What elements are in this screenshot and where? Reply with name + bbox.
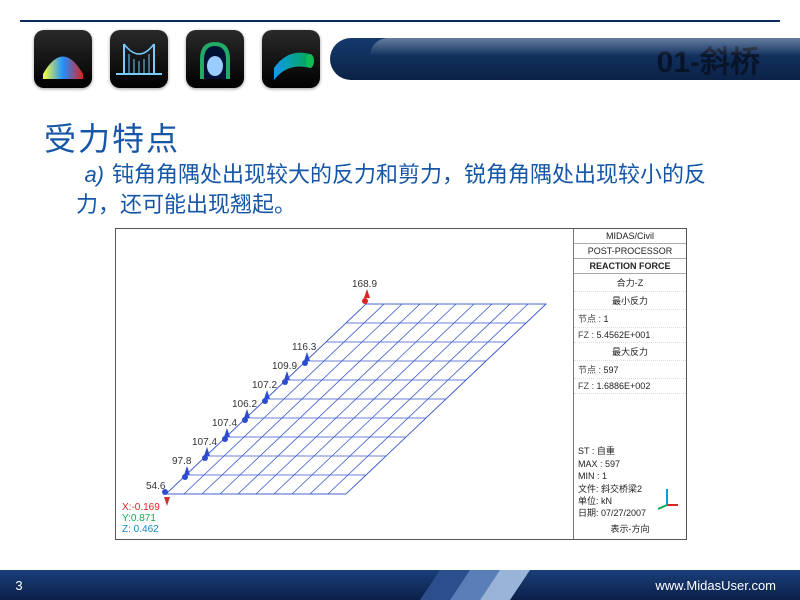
- bullet-label: a): [76, 160, 104, 190]
- panel-max-title: 最大反力: [574, 343, 686, 361]
- panel-component: 合力-Z: [574, 274, 686, 292]
- bullet-a: a)钝角角隅处出现较大的反力和剪力，锐角角隅处出现较小的反力，还可能出现翘起。: [76, 160, 716, 219]
- view-indicator: X:-0.169 Y:0.871 Z: 0.462: [122, 502, 160, 535]
- panel-minline: MIN : 1: [578, 471, 682, 481]
- lbl: 节点 :: [578, 365, 601, 375]
- reaction-value-1: 54.6: [146, 481, 165, 492]
- reaction-value-6: 107.2: [252, 380, 277, 391]
- section-heading: 受力特点: [44, 114, 180, 160]
- node-dot: [202, 455, 208, 461]
- lbl: 节点 :: [578, 314, 601, 324]
- z-ind: Z: 0.462: [122, 524, 160, 535]
- panel-min-title: 最小反力: [574, 292, 686, 310]
- result-info-panel: MIDAS/Civil POST-PROCESSOR REACTION FORC…: [573, 229, 686, 539]
- thumb-bridge-icon: [110, 30, 168, 88]
- panel-result-type: REACTION FORCE: [574, 259, 686, 274]
- thumbnail-row: [34, 30, 320, 88]
- node-dot: [262, 398, 268, 404]
- val: 597: [604, 365, 619, 375]
- lbl: FZ :: [578, 330, 594, 340]
- panel-postproc: POST-PROCESSOR: [574, 244, 686, 259]
- reaction-value-3: 107.4: [192, 437, 217, 448]
- x-ind: X:-0.169: [122, 502, 160, 513]
- top-rule: [20, 20, 780, 22]
- slide: 01-斜桥 受力特点 a)钝角角隅处出现较大的反力和剪力，锐角角隅处出现较小的反…: [0, 0, 800, 600]
- reaction-value-8: 116.3: [292, 342, 316, 353]
- skew-mesh: [126, 244, 556, 524]
- panel-st: ST : 自重: [578, 444, 682, 457]
- panel-viewdir: 表示-方向: [578, 522, 682, 535]
- node-dot: [242, 417, 248, 423]
- reaction-value-9: 168.9: [352, 279, 377, 290]
- reaction-value-5: 106.2: [232, 399, 257, 410]
- reaction-value-4: 107.4: [212, 418, 237, 429]
- panel-maxline: MAX : 597: [578, 459, 682, 469]
- thumb-tunnel-icon: [186, 30, 244, 88]
- thumb-arch-icon: [34, 30, 92, 88]
- val: 5.4562E+001: [597, 330, 651, 340]
- node-dot-max: [362, 298, 368, 304]
- footer-url: www.MidasUser.com: [655, 578, 776, 593]
- panel-software: MIDAS/Civil: [574, 229, 686, 244]
- reaction-arrow-max: [364, 289, 370, 298]
- node-dot: [182, 474, 188, 480]
- lbl: FZ :: [578, 381, 594, 391]
- footer-bar: 3 www.MidasUser.com: [0, 570, 800, 600]
- reaction-value-7: 109.9: [272, 361, 297, 372]
- bullet-text: 钝角角隅处出现较大的反力和剪力，锐角角隅处出现较小的反力，还可能出现翘起。: [76, 162, 706, 217]
- page-number: 3: [0, 578, 38, 593]
- axis-triad-icon: [654, 485, 680, 511]
- reaction-force-figure: 54.6 97.8 107.4 107.4 106.2 107.2 109.9 …: [115, 228, 687, 540]
- title-bar-shine: [370, 38, 800, 56]
- node-dot: [222, 436, 228, 442]
- footer-chevron-icon: [420, 570, 540, 600]
- reaction-arrow-min: [164, 497, 170, 506]
- node-dot: [282, 379, 288, 385]
- reaction-value-2: 97.8: [172, 456, 191, 467]
- val: 1: [604, 314, 609, 324]
- val: 1.6886E+002: [597, 381, 651, 391]
- y-ind: Y:0.871: [122, 513, 160, 524]
- node-dot: [302, 360, 308, 366]
- thumb-pipe-icon: [262, 30, 320, 88]
